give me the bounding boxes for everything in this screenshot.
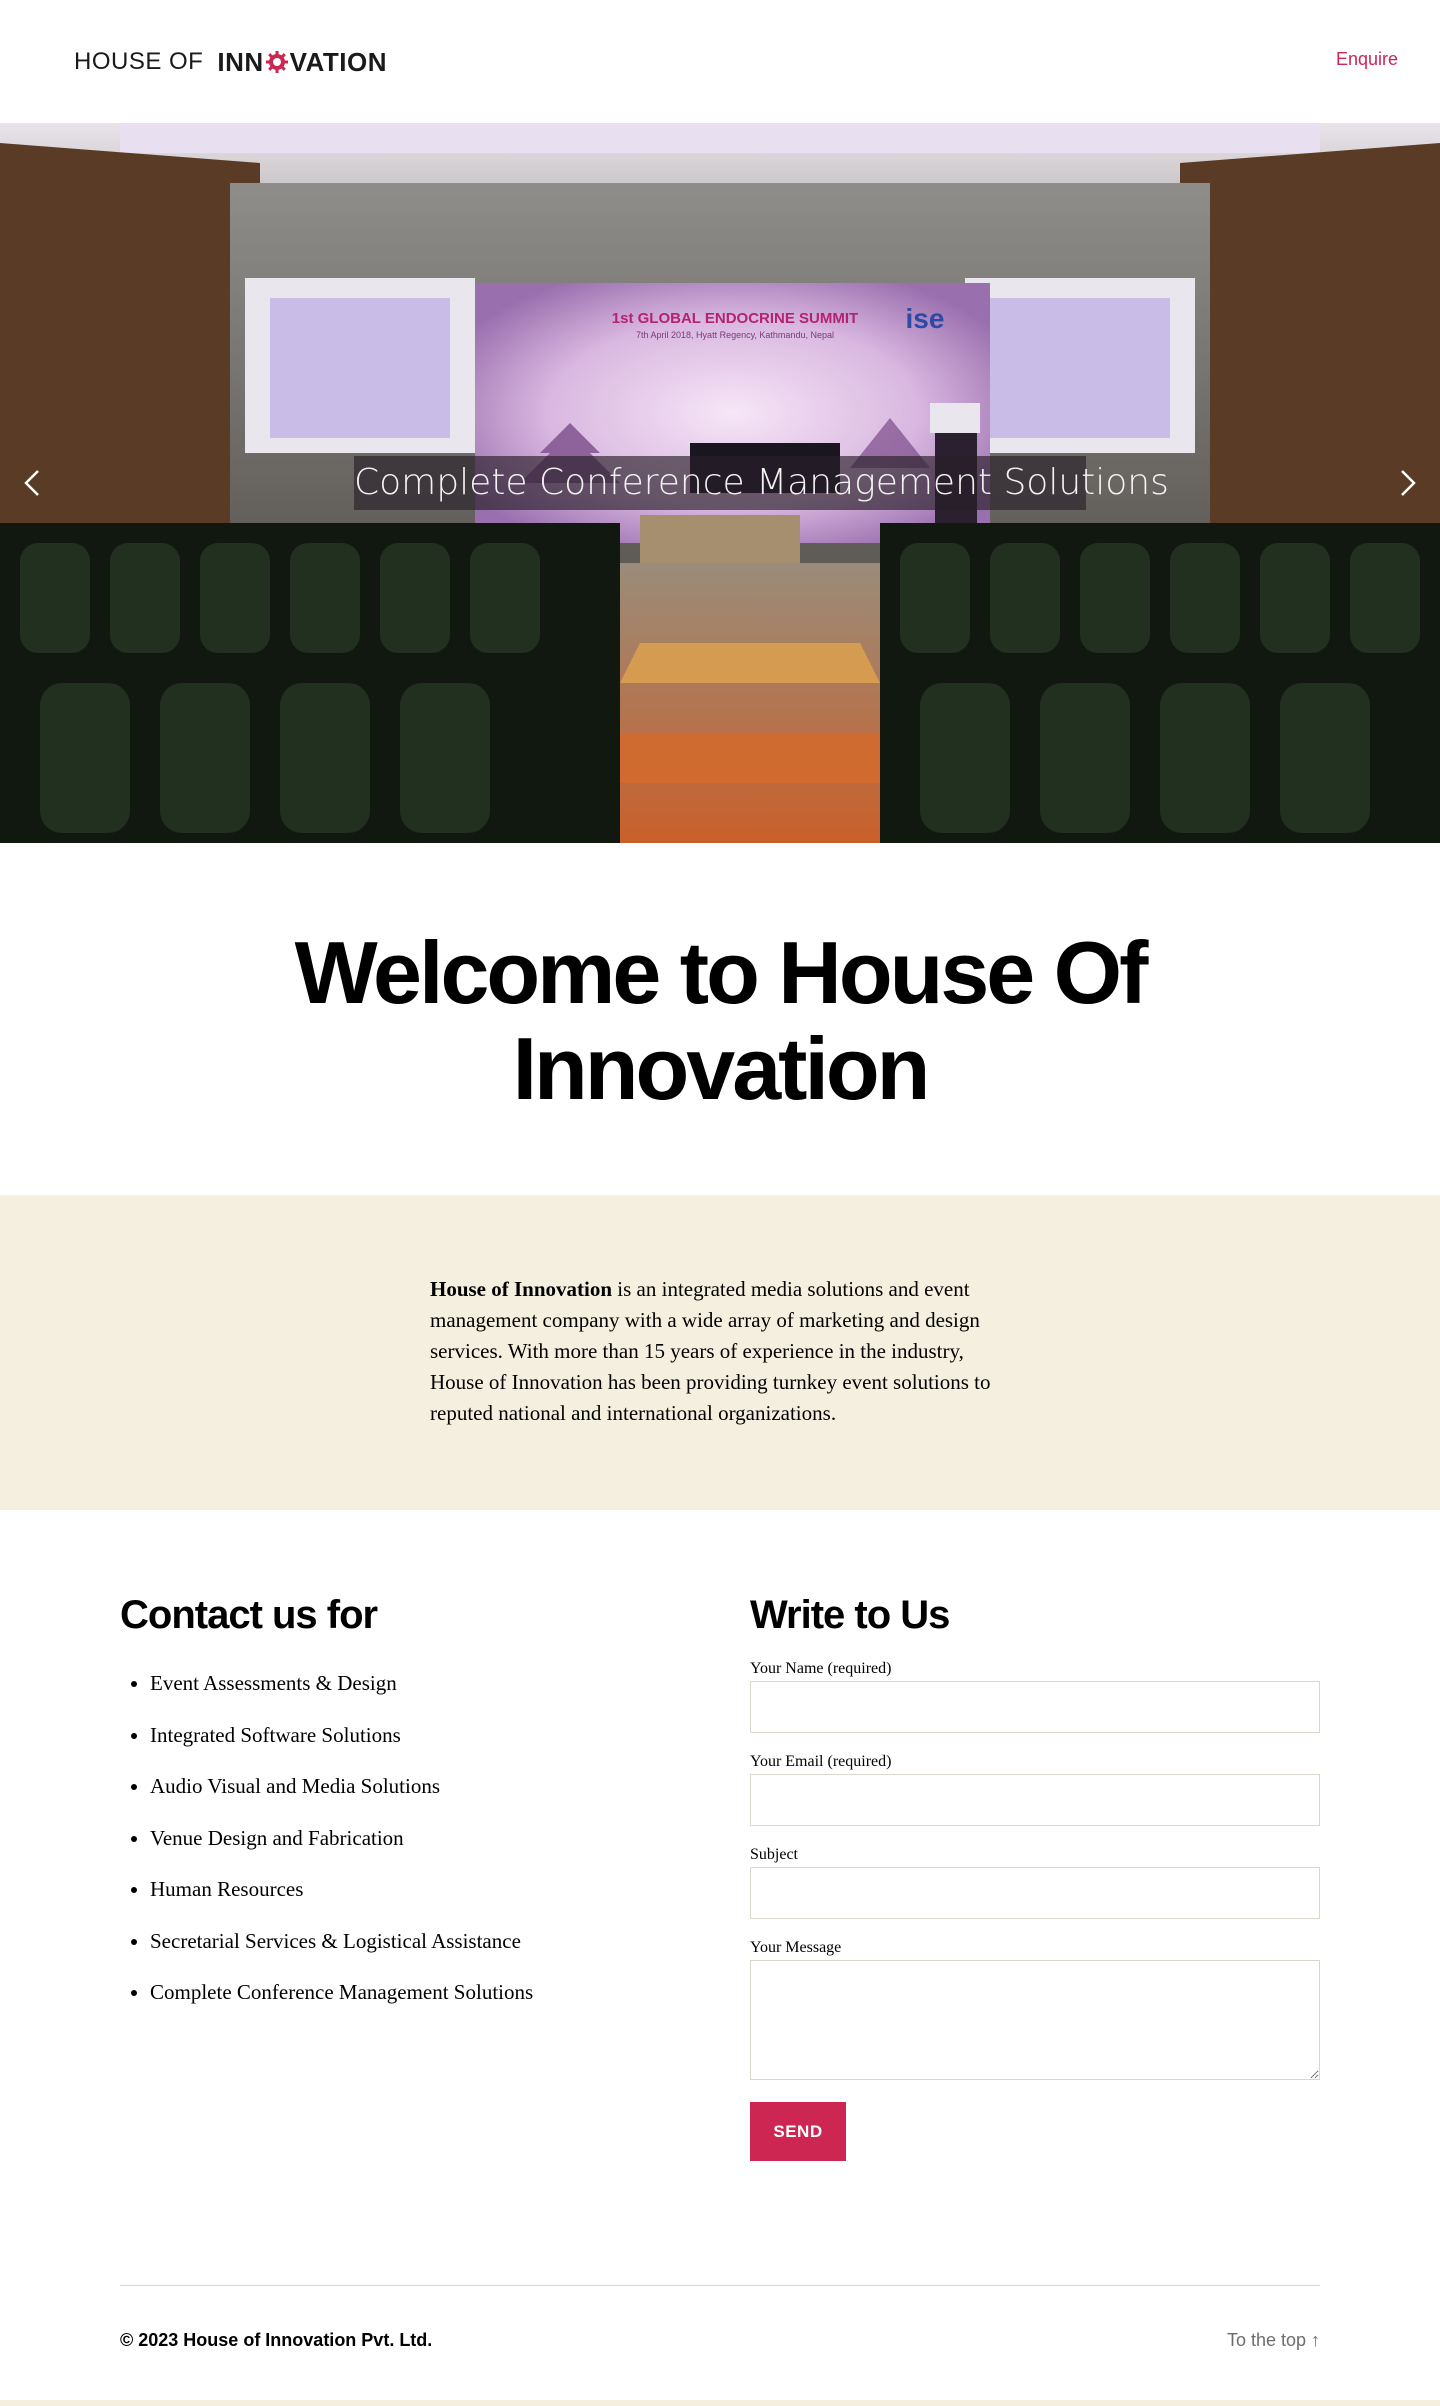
- chevron-left-icon[interactable]: [12, 463, 52, 503]
- welcome-section: Welcome to House Of Innovation: [0, 843, 1440, 1195]
- gear-icon: [265, 51, 288, 73]
- contact-section: Contact us for Event Assessments & Desig…: [0, 1510, 1440, 2400]
- list-item: Integrated Software Solutions: [150, 1720, 680, 1751]
- footer-divider: [120, 2285, 1320, 2286]
- form-heading: Write to Us: [750, 1593, 950, 1637]
- enquire-link[interactable]: Enquire: [1336, 49, 1398, 70]
- list-item: Audio Visual and Media Solutions: [150, 1771, 680, 1802]
- contact-form: Your Name (required) Your Email (require…: [750, 1660, 1320, 2161]
- copyright-text: © 2023 House of Innovation Pvt. Ltd.: [120, 2330, 433, 2350]
- banner-subtitle-text: 7th April 2018, Hyatt Regency, Kathmandu…: [636, 330, 834, 340]
- hero-slider: 1st GLOBAL ENDOCRINE SUMMIT 7th April 20…: [0, 123, 1440, 843]
- name-field[interactable]: [750, 1681, 1320, 1733]
- services-column: Contact us for Event Assessments & Desig…: [120, 1590, 680, 2029]
- about-section: House of Innovation is an integrated med…: [0, 1195, 1440, 1510]
- send-button[interactable]: SEND: [750, 2102, 846, 2161]
- list-item: Human Resources: [150, 1874, 680, 1905]
- banner-title-text: 1st GLOBAL ENDOCRINE SUMMIT: [612, 310, 858, 327]
- chevron-right-icon[interactable]: [1388, 463, 1428, 503]
- list-item: Complete Conference Management Solutions: [150, 1977, 680, 2008]
- site-logo[interactable]: HOUSE OF INN VATION: [74, 46, 387, 78]
- about-paragraph: House of Innovation is an integrated med…: [430, 1274, 1010, 1429]
- message-label: Your Message: [750, 1939, 842, 1956]
- contact-form-column: Write to Us Your Name (required) Your Em…: [750, 1590, 1320, 2161]
- email-label: Your Email (required): [750, 1753, 892, 1770]
- services-list: Event Assessments & Design Integrated So…: [120, 1668, 680, 2008]
- name-label: Your Name (required): [750, 1660, 892, 1677]
- subject-label: Subject: [750, 1846, 798, 1863]
- site-header: HOUSE OF INN VATION Enquire: [0, 0, 1440, 123]
- services-heading: Contact us for: [120, 1593, 378, 1637]
- list-item: Venue Design and Fabrication: [150, 1823, 680, 1854]
- email-field[interactable]: [750, 1774, 1320, 1826]
- logo-text-bold: INN VATION: [217, 47, 387, 78]
- list-item: Event Assessments & Design: [150, 1668, 680, 1699]
- about-company-name: House of Innovation: [430, 1277, 613, 1301]
- banner-logo-text: ise: [906, 303, 945, 334]
- logo-text-light: HOUSE OF: [74, 48, 204, 75]
- subject-field[interactable]: [750, 1867, 1320, 1919]
- logo-text-bold-pre: INN: [217, 46, 264, 77]
- list-item: Secretarial Services & Logistical Assist…: [150, 1926, 680, 1957]
- page-title: Welcome to House Of Innovation: [294, 923, 1149, 1118]
- message-field[interactable]: [750, 1960, 1320, 2080]
- to-top-link[interactable]: To the top ↑: [1227, 2330, 1320, 2351]
- logo-text-bold-post: VATION: [289, 46, 387, 77]
- slide-caption: Complete Conference Management Solutions: [354, 456, 1169, 510]
